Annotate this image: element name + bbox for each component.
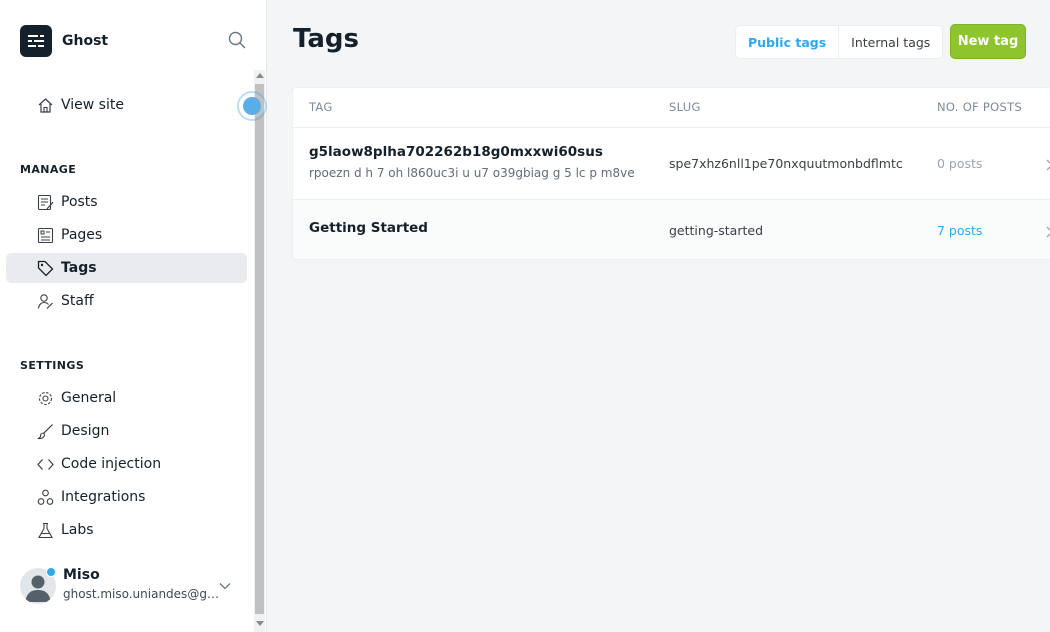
code-icon (37, 456, 54, 473)
sidebar-item-pages[interactable]: Pages (6, 220, 247, 250)
sidebar-item-posts[interactable]: Posts (6, 187, 247, 217)
online-status-badge (46, 567, 56, 577)
ghost-logo-icon (20, 25, 52, 57)
tag-description: rpoezn d h 7 oh l860uc3i u u7 o39gbiag g… (309, 166, 635, 180)
column-header-tag: TAG (309, 100, 333, 114)
column-header-posts: NO. OF POSTS (937, 100, 1023, 114)
chevron-right-icon (1046, 156, 1050, 171)
new-tag-button[interactable]: New tag (950, 24, 1026, 59)
search-icon[interactable] (228, 31, 248, 51)
sidebar-item-label: Labs (61, 522, 94, 538)
user-email: ghost.miso.uniandes@gmail.com (63, 587, 223, 601)
sidebar-item-labs[interactable]: Labs (6, 515, 247, 545)
sidebar-item-label: Design (61, 423, 110, 439)
sidebar-scrollbar-thumb[interactable] (255, 84, 264, 614)
sidebar-item-label: Tags (61, 260, 97, 276)
table-row[interactable]: Getting Started getting-started 7 posts (293, 199, 1050, 259)
sidebar-item-tags[interactable]: Tags (6, 253, 247, 283)
sidebar-item-label: General (61, 390, 117, 406)
sidebar-item-label: Code injection (61, 456, 162, 472)
sidebar: Ghost View site MANAGE Posts Pages Tags … (0, 0, 267, 632)
scroll-down-arrow-icon[interactable] (256, 621, 264, 626)
tag-post-count[interactable]: 7 posts (937, 223, 982, 238)
tab-public-tags[interactable]: Public tags (736, 26, 840, 58)
tags-table: TAG SLUG NO. OF POSTS g5laow8plha702262b… (292, 87, 1050, 260)
sidebar-item-label: Integrations (61, 489, 146, 505)
sidebar-item-staff[interactable]: Staff (6, 286, 247, 316)
sidebar-item-label: Pages (61, 227, 103, 243)
tag-slug: getting-started (669, 223, 764, 238)
page-title: Tags (293, 24, 360, 54)
cursor-dot (243, 97, 261, 115)
brush-icon (36, 423, 54, 440)
pages-icon (37, 227, 54, 244)
integrations-icon (37, 489, 54, 506)
staff-icon (37, 293, 54, 310)
sidebar-item-design[interactable]: Design (6, 416, 247, 446)
manage-section-title: MANAGE (20, 163, 77, 176)
sidebar-item-label: Posts (61, 194, 98, 210)
column-header-slug: SLUG (669, 100, 701, 114)
tag-post-count: 0 posts (937, 156, 983, 171)
brand-name: Ghost (62, 33, 109, 49)
brand[interactable]: Ghost (20, 25, 108, 57)
sidebar-item-label: Staff (61, 293, 94, 309)
tag-name: Getting Started (309, 220, 428, 236)
sidebar-item-general[interactable]: General (6, 383, 247, 413)
tag-icon (37, 260, 54, 277)
flask-icon (37, 522, 54, 539)
chevron-down-icon[interactable] (218, 578, 232, 592)
sidebar-item-label: View site (61, 97, 124, 113)
tab-internal-tags[interactable]: Internal tags (839, 26, 942, 58)
user-name: Miso (63, 567, 100, 583)
sidebar-item-integrations[interactable]: Integrations (6, 482, 247, 512)
user-menu[interactable]: Miso ghost.miso.uniandes@gmail.com (20, 566, 246, 606)
settings-section-title: SETTINGS (20, 359, 85, 372)
sidebar-item-code-injection[interactable]: Code injection (6, 449, 247, 479)
sidebar-item-view-site[interactable]: View site (6, 90, 247, 120)
tag-slug: spe7xhz6nll1pe70nxquutmonbdflmtc (669, 156, 903, 171)
scroll-up-arrow-icon[interactable] (256, 73, 264, 78)
posts-icon (37, 194, 54, 211)
tag-name: g5laow8plha702262b18g0mxxwi60sus (309, 144, 603, 160)
table-row[interactable]: g5laow8plha702262b18g0mxxwi60sus rpoezn … (293, 128, 1050, 199)
gear-icon (37, 390, 54, 407)
home-icon (37, 97, 54, 114)
tag-type-tabs: Public tags Internal tags (735, 25, 944, 59)
chevron-right-icon (1046, 223, 1050, 238)
